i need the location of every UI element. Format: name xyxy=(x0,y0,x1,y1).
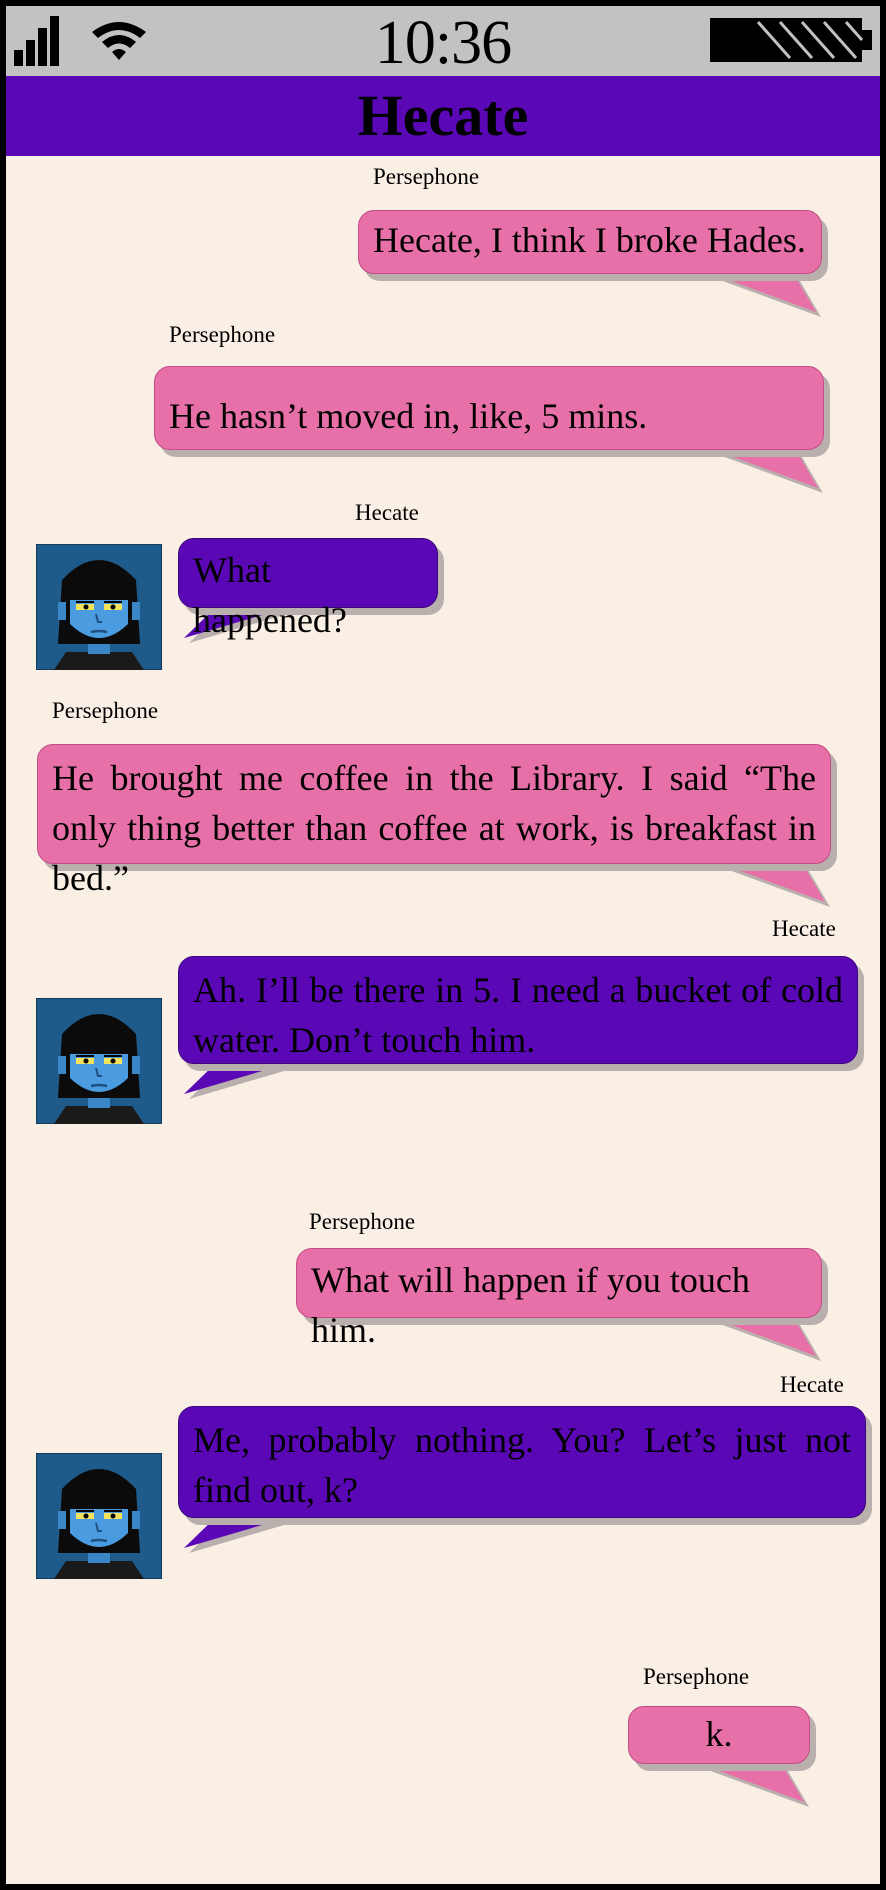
bubble-tail-shadow xyxy=(697,1766,809,1807)
message-text: k. xyxy=(705,1714,733,1754)
message-text: Me, probably nothing. You? Let’s just no… xyxy=(193,1420,851,1510)
message-bubble-incoming[interactable]: Ah. I’ll be there in 5. I need a bucket … xyxy=(178,956,858,1064)
bubble-tail-shadow xyxy=(709,276,821,317)
message-text: Hecate, I think I broke Hades. xyxy=(373,220,806,260)
message-bubble-outgoing[interactable]: k. xyxy=(628,1706,810,1764)
hecate-portrait-icon xyxy=(35,543,163,671)
bubble-tail-shadow xyxy=(189,1066,301,1099)
chat-title: Hecate xyxy=(357,83,529,148)
sender-name: Hecate xyxy=(355,500,419,525)
hecate-portrait-icon xyxy=(35,1452,163,1580)
message-text: He brought me coffee in the Library. I s… xyxy=(52,758,816,898)
bubble-tail-incoming xyxy=(184,1061,296,1094)
bubble-tail-outgoing xyxy=(692,1761,804,1802)
sender-name: Persephone xyxy=(309,1209,416,1234)
phone-frame: 10:36 Hecate Persephone Hecate, I think … xyxy=(0,0,886,1890)
sender-name: Persephone xyxy=(373,164,480,189)
bubble-tail-incoming xyxy=(184,1515,296,1548)
status-bar: 10:36 xyxy=(6,6,880,77)
sender-name: Hecate xyxy=(780,1372,844,1397)
message-text: He hasn’t moved in, like, 5 mins. xyxy=(169,396,648,436)
bubble-tail-outgoing xyxy=(704,271,816,312)
message-bubble-incoming[interactable]: Me, probably nothing. You? Let’s just no… xyxy=(178,1406,866,1518)
message-bubble-incoming[interactable]: What happened? xyxy=(178,538,438,640)
chat-header: Hecate xyxy=(6,76,880,156)
hecate-avatar xyxy=(35,1452,163,1580)
bubble-tails xyxy=(184,271,830,1807)
battery-icon xyxy=(710,18,872,62)
hecate-avatar xyxy=(35,543,163,671)
message-bubble-outgoing[interactable]: What will happen if you touch him. xyxy=(296,1248,822,1350)
hecate-portrait-icon xyxy=(35,997,163,1125)
bubble-tail-outgoing xyxy=(706,447,818,488)
message-text: Ah. I’ll be there in 5. I need a bucket … xyxy=(193,970,843,1060)
message-bubble-outgoing[interactable]: Hecate, I think I broke Hades. xyxy=(358,210,822,274)
sender-name: Persephone xyxy=(52,698,159,723)
sender-name: Persephone xyxy=(169,322,276,347)
sender-name: Persephone xyxy=(643,1664,750,1689)
bubble-tail-shadow xyxy=(711,452,823,493)
sender-name: Hecate xyxy=(772,916,836,941)
hecate-avatar xyxy=(35,997,163,1125)
phone-screen: 10:36 Hecate Persephone Hecate, I think … xyxy=(6,6,880,1884)
message-text: What will happen if you touch him. xyxy=(311,1260,750,1350)
bubble-tail-shadow xyxy=(189,1520,301,1553)
message-bubble-outgoing[interactable]: He brought me coffee in the Library. I s… xyxy=(37,744,831,898)
message-text: What happened? xyxy=(193,550,347,640)
message-bubble-outgoing[interactable]: He hasn’t moved in, like, 5 mins. xyxy=(154,366,824,450)
